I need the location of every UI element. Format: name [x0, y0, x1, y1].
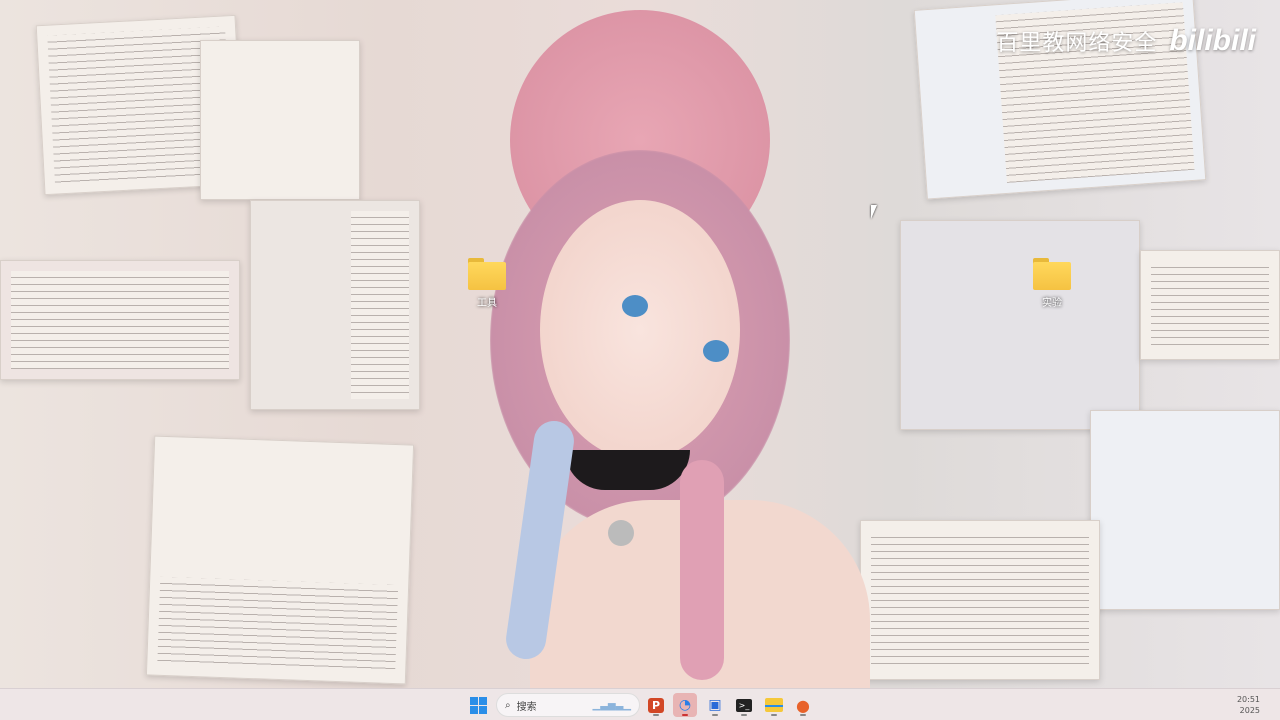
clock-time: 20:51	[1236, 695, 1260, 704]
wallpaper-paper	[145, 435, 415, 685]
desktop-icon-folder[interactable]: 工具	[457, 258, 517, 309]
wallpaper-paper	[250, 200, 420, 410]
search-icon: ⌕	[505, 699, 511, 711]
folder-icon	[765, 698, 783, 712]
bilibili-logo: bilibili	[1169, 24, 1256, 57]
taskbar-app-remote[interactable]: ▣	[703, 693, 727, 717]
remote-app-icon: ▣	[708, 697, 722, 713]
mouse-cursor-icon	[871, 205, 877, 219]
taskbar-search[interactable]: ⌕ 搜索 ▁▃▅▃▁	[496, 693, 640, 717]
clock[interactable]: 20:51 2025	[1237, 694, 1260, 716]
watermark: 百里教网络安全 bilibili	[996, 24, 1256, 58]
wallpaper-paper	[860, 520, 1100, 680]
folder-icon	[468, 258, 506, 290]
taskbar-app-chat[interactable]: ◔	[673, 693, 697, 717]
wallpaper-paper	[1090, 410, 1280, 610]
wallpaper-paper	[200, 40, 360, 200]
start-button[interactable]	[466, 693, 490, 717]
taskbar-app-powerpoint[interactable]: P	[644, 693, 668, 717]
folder-icon	[1033, 258, 1071, 290]
taskbar-app-terminal[interactable]: >_	[732, 693, 756, 717]
chat-icon: ◔	[678, 697, 692, 713]
desktop-icon-label: 实验	[1042, 298, 1062, 309]
wallpaper-paper	[900, 220, 1140, 430]
taskbar-app-file-explorer[interactable]	[762, 693, 786, 717]
wallpaper-character	[400, 0, 880, 688]
watermark-text: 百里教网络安全	[996, 31, 1158, 56]
windows-logo-icon	[469, 696, 487, 714]
desktop-wallpaper	[0, 0, 1280, 688]
clock-date: 2025	[1239, 706, 1260, 715]
taskbar-app-firefox[interactable]: ●	[791, 693, 815, 717]
desktop-icon-label: 工具	[477, 298, 497, 309]
taskbar: ⌕ 搜索 ▁▃▅▃▁ P ◔ ▣ >_ ● 20:51 2025	[0, 688, 1280, 720]
search-placeholder: 搜索	[516, 701, 537, 713]
powerpoint-icon: P	[647, 697, 665, 713]
terminal-icon: >_	[735, 698, 753, 712]
desktop-icon-folder[interactable]: 实验	[1022, 258, 1082, 309]
wallpaper-paper	[0, 260, 240, 380]
wallpaper-paper	[1140, 250, 1280, 360]
search-highlight-icon: ▁▃▅▃▁	[592, 699, 631, 711]
firefox-icon: ●	[796, 695, 810, 715]
